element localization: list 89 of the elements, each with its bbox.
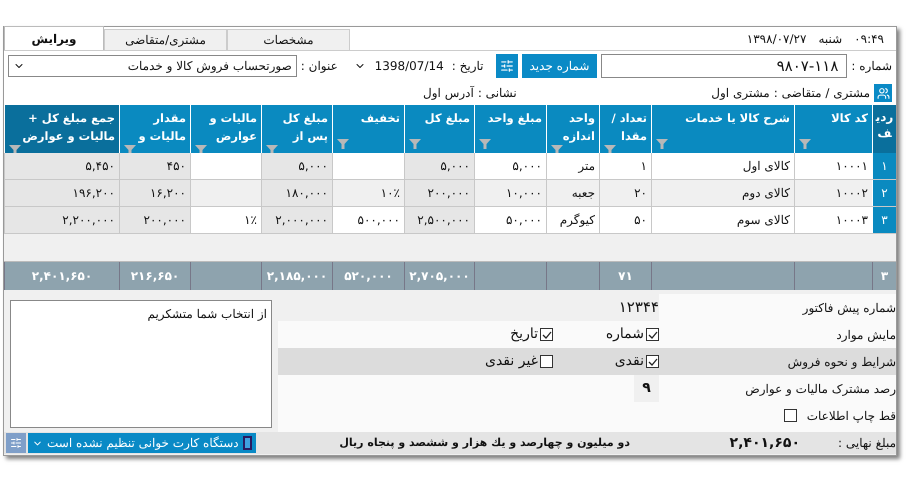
column-header[interactable]: مقدار مالیات و	[119, 105, 190, 153]
table-cell: ۱۶,۲۰۰	[119, 180, 190, 206]
total-cell: ۵۲۰,۰۰۰	[332, 262, 404, 290]
column-header[interactable]: واحد اندازه	[546, 105, 599, 153]
table-cell: ۱۹۶,۲۰۰	[4, 180, 119, 206]
total-cell: ۲,۴۰۱,۶۵۰	[4, 262, 119, 290]
checkbox[interactable]	[540, 355, 553, 368]
filter-icon[interactable]	[337, 139, 349, 149]
date-label: تاریخ :	[452, 58, 484, 75]
checkbox[interactable]	[646, 328, 659, 341]
column-header[interactable]: شرح کالا یا خدمات	[651, 105, 794, 153]
number-field[interactable]: ۹۸۰۷-۱۱۸	[601, 54, 848, 78]
table-cell: ۲,۵۰۰,۰۰۰	[404, 207, 474, 233]
tab[interactable]: مشخصات	[227, 29, 350, 50]
table-cell: ۱۰۰۰۲	[794, 180, 872, 206]
column-header[interactable]: جمع مبلغ کل + مالیات و عوارض	[4, 105, 119, 153]
customer-label: مشتری / متقاضی :	[774, 85, 870, 102]
table-cell: ۲۰	[599, 180, 651, 206]
table-cell: ۲۰۰,۰۰۰	[404, 180, 474, 206]
card-reader-dropdown[interactable]: دستگاه کارت خوانی تنظیم نشده است	[28, 433, 256, 453]
address: آدرس اول	[423, 84, 474, 102]
filter-icon[interactable]	[479, 139, 491, 149]
form-label: رصد مشترک مالیات و عوارض	[744, 380, 896, 398]
form-label: قط چاپ اطلاعات	[806, 408, 896, 424]
total-cell: ۲,۷۰۵,۰۰۰	[404, 262, 474, 290]
title-dropdown[interactable]: صورتحساب فروش کالا و خدمات	[8, 55, 297, 77]
tab[interactable]: مشتری/متقاضی	[104, 29, 227, 50]
total-cell: ۲,۱۸۵,۰۰۰	[261, 262, 332, 290]
filter-icon[interactable]	[409, 139, 421, 149]
sliders-icon	[10, 437, 22, 449]
column-header[interactable]: مالیات و عوارض	[190, 105, 261, 153]
address-label: نشانی :	[478, 85, 517, 102]
column-header[interactable]: مبلغ کل پس از	[261, 105, 332, 153]
table-cell: ۲,۲۰۰,۰۰۰	[4, 207, 119, 233]
users-icon	[876, 86, 890, 100]
proforma-number: ۱۲۳۴۴	[278, 294, 659, 321]
total-cell: ۳	[872, 262, 896, 290]
row-number[interactable]: ۲	[872, 180, 896, 206]
table-cell: ۵,۴۵۰	[4, 153, 119, 179]
checkbox-label: نقدی	[614, 352, 644, 371]
sliders-icon	[500, 59, 514, 73]
weekday: شنبه	[818, 30, 842, 48]
checkbox[interactable]	[540, 328, 553, 341]
amount-in-words: دو میلیون و چهارصد و یك هزار و ششصد و پنجاه ریال	[338, 434, 630, 451]
note-field[interactable]: از انتخاب شما متشکریم	[10, 300, 272, 428]
table-cell: ۲,۰۰۰,۰۰۰	[261, 207, 332, 233]
table-cell: ۱۰,۰۰۰	[474, 180, 546, 206]
row-number[interactable]: ۱	[872, 153, 896, 179]
settings-button[interactable]	[496, 54, 518, 78]
form-label: مایش موارد	[835, 326, 896, 344]
table-cell: ۱۸۰,۰۰۰	[261, 180, 332, 206]
checkbox[interactable]	[646, 355, 659, 368]
customer-icon[interactable]	[874, 84, 892, 102]
column-header[interactable]: مبلغ واحد	[474, 105, 546, 153]
new-number-button[interactable]: شماره جدید	[522, 54, 598, 78]
table-cell: ۵,۰۰۰	[261, 153, 332, 179]
tax-percent-field[interactable]: ۹	[634, 375, 659, 402]
table-cell: ۱۰٪	[332, 180, 404, 206]
final-total-label: مبلغ نهایی :	[837, 435, 896, 452]
customer-name: مشتری اول	[710, 85, 770, 102]
table-cell: جعبه	[546, 180, 599, 206]
total-cell: ۲۱۶,۶۵۰	[119, 262, 190, 290]
row-number[interactable]: ۳	[872, 207, 896, 233]
column-header[interactable]: تخفیف	[332, 105, 404, 153]
column-header[interactable]: تعداد /مقدا	[599, 105, 651, 153]
clock-time: ۰۹:۴۹	[854, 30, 884, 48]
current-date: ۱۳۹۸/۰۷/۲۷	[746, 30, 806, 48]
filter-icon[interactable]	[656, 139, 668, 149]
tab[interactable]: ویرایش	[4, 26, 104, 50]
column-header: ردیف	[872, 105, 896, 153]
column-header[interactable]: کد کالا	[794, 105, 872, 153]
number-label: شماره :	[851, 58, 892, 75]
column-header[interactable]: مبلغ کل	[404, 105, 474, 153]
filter-icon[interactable]	[799, 139, 811, 149]
form-label: شرایط و نحوه فروش	[786, 354, 896, 370]
title-label: عنوان :	[300, 58, 338, 75]
checkbox-label: شماره	[606, 325, 644, 344]
final-total: ۲,۴۰۱,۶۵۰	[728, 434, 800, 452]
table-cell: ۲۰۰,۰۰۰	[119, 207, 190, 233]
checkbox-label: تاریخ	[510, 325, 538, 344]
table-cell: ۵,۰۰۰	[404, 153, 474, 179]
card-reader-icon	[242, 436, 252, 450]
table-cell: ۴۵۰	[119, 153, 190, 179]
settings-button[interactable]	[6, 433, 26, 453]
checkbox-label: غیر نقدی	[484, 352, 538, 371]
form-label: شماره پیش فاکتور	[801, 300, 896, 316]
total-cell: ۷۱	[599, 262, 651, 290]
checkbox[interactable]	[784, 409, 797, 422]
table-cell: کالای دوم	[651, 180, 794, 206]
